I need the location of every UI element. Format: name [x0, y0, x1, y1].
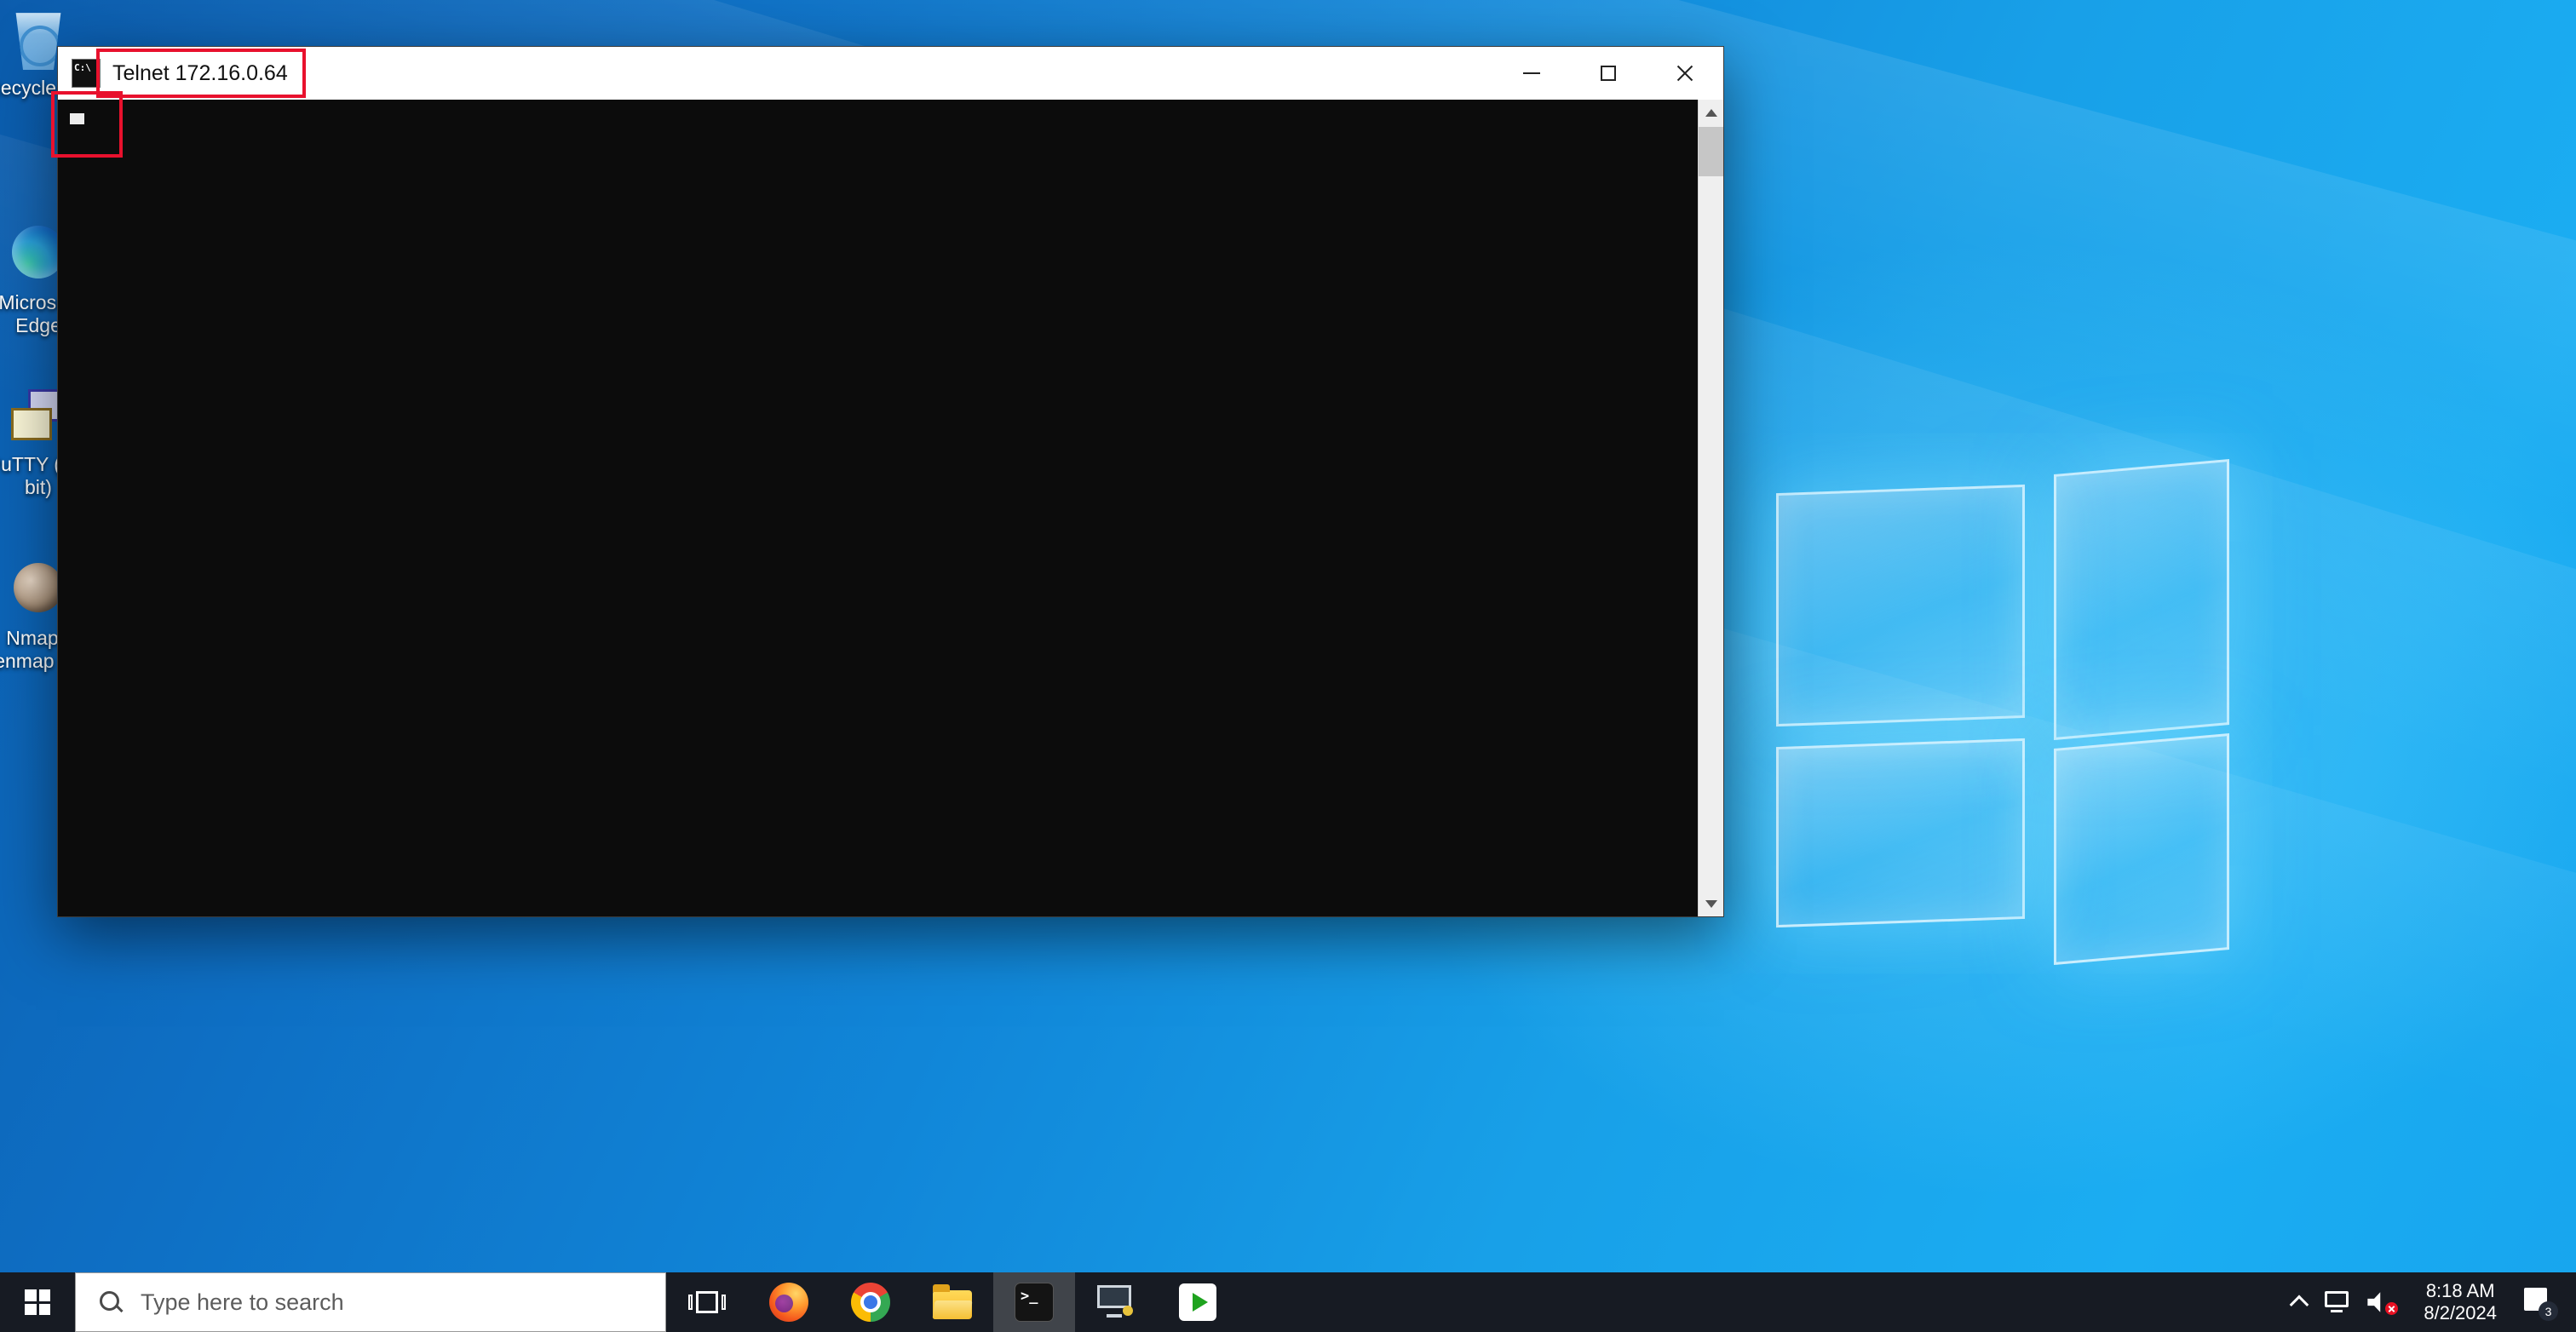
volume-muted-icon: [2367, 1291, 2396, 1313]
telnet-window: C:\ Telnet 172.16.0.64: [57, 46, 1724, 917]
minimize-button[interactable]: [1493, 47, 1570, 100]
clock-date: 8/2/2024: [2424, 1302, 2497, 1324]
notification-count-badge: 3: [2539, 1301, 2558, 1321]
prompt-glyph: >_: [1021, 1288, 1038, 1305]
caption-buttons: [1493, 47, 1723, 100]
media-player-icon: [1179, 1283, 1216, 1321]
search-input[interactable]: [139, 1272, 665, 1332]
action-center-button[interactable]: 3: [2515, 1272, 2566, 1332]
maximize-icon: [1601, 66, 1616, 81]
console-app-icon: C:\: [72, 59, 101, 88]
windows-logo-pane: [2054, 459, 2229, 740]
windows-logo-artwork: [1776, 460, 2236, 962]
search-icon: [98, 1289, 124, 1315]
windows-start-icon: [25, 1289, 50, 1315]
title-bar[interactable]: C:\ Telnet 172.16.0.64: [58, 47, 1723, 100]
triangle-down-icon: [1705, 900, 1717, 908]
start-button[interactable]: [0, 1272, 75, 1332]
window-title: Telnet 172.16.0.64: [112, 61, 288, 86]
audio-error-badge: [2385, 1302, 2398, 1315]
command-prompt-icon: >_: [1015, 1283, 1053, 1321]
tray-volume[interactable]: [2358, 1272, 2406, 1332]
tray-show-hidden-icons[interactable]: [2283, 1272, 2315, 1332]
close-icon: [1675, 63, 1695, 83]
console-app-icon-text: C:\: [74, 62, 91, 73]
close-button[interactable]: [1647, 47, 1723, 100]
triangle-up-icon: [1705, 109, 1717, 117]
clock-time: 8:18 AM: [2424, 1280, 2497, 1302]
windows-logo-pane: [2054, 733, 2229, 965]
taskbar-app-media-player[interactable]: [1157, 1272, 1239, 1332]
maximize-button[interactable]: [1570, 47, 1647, 100]
file-explorer-icon: [933, 1290, 972, 1319]
windows-logo-pane: [1776, 738, 2025, 927]
console-cursor: [70, 113, 84, 124]
chevron-up-icon: [2290, 1295, 2309, 1315]
console-output[interactable]: [58, 100, 1723, 916]
minimize-icon: [1523, 72, 1540, 74]
taskbar: >_ 8:1: [0, 1272, 2576, 1332]
desktop-screen: Recycle Bin Microsoft Edge PuTTY (64-bit…: [0, 0, 2576, 1332]
network-icon: [2325, 1291, 2349, 1307]
task-view-button[interactable]: [666, 1272, 748, 1332]
windows-logo-pane: [1776, 485, 2025, 726]
taskbar-app-command-prompt[interactable]: >_: [993, 1272, 1075, 1332]
tray-network[interactable]: [2315, 1272, 2358, 1332]
system-tray: 8:18 AM 8/2/2024 3: [2283, 1272, 2576, 1332]
remote-desktop-icon: [1097, 1285, 1135, 1319]
taskbar-search[interactable]: [75, 1272, 666, 1332]
taskbar-app-firefox[interactable]: [748, 1272, 830, 1332]
task-view-icon: [688, 1291, 726, 1313]
taskbar-app-file-explorer[interactable]: [911, 1272, 993, 1332]
scroll-down-button[interactable]: [1699, 891, 1723, 916]
console-scrollbar[interactable]: [1698, 100, 1723, 916]
action-center-icon: 3: [2524, 1286, 2556, 1318]
taskbar-app-chrome[interactable]: [830, 1272, 911, 1332]
firefox-icon: [769, 1283, 808, 1322]
taskbar-app-remote-desktop[interactable]: [1075, 1272, 1157, 1332]
chrome-icon: [851, 1283, 890, 1322]
scroll-up-button[interactable]: [1699, 100, 1723, 125]
scrollbar-thumb[interactable]: [1699, 127, 1723, 176]
tray-clock[interactable]: 8:18 AM 8/2/2024: [2406, 1272, 2515, 1332]
